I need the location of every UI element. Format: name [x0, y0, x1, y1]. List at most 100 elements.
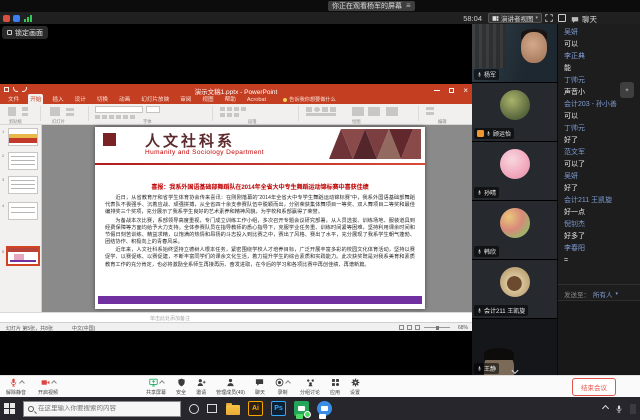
- participant-name-label: 杨军: [474, 69, 499, 80]
- green-app-icon[interactable]: [294, 401, 309, 416]
- unmute-button[interactable]: 解除静音: [6, 378, 26, 396]
- breakout-rooms-button[interactable]: 分组讨论: [300, 378, 320, 396]
- breakout-group-icon: [306, 378, 315, 387]
- meeting-app-icon[interactable]: [317, 401, 332, 416]
- current-slide: 人文社科系 Humanity and Sociology Department …: [95, 127, 425, 309]
- shield-icon: [177, 378, 186, 387]
- taskbar-search[interactable]: [23, 401, 181, 417]
- close-icon[interactable]: ×: [463, 87, 468, 94]
- slide-thumbnail-panel[interactable]: 1 2 3 4 5: [0, 125, 42, 312]
- participant-tile[interactable]: 顾运怡: [472, 83, 557, 141]
- shared-screen: 演示文稿1.pptx - PowerPoint × 文件 开始 插入 设计 切换…: [0, 24, 472, 375]
- minimize-icon[interactable]: [434, 90, 440, 91]
- avatar: [500, 267, 530, 297]
- tab-insert[interactable]: 插入: [50, 94, 65, 104]
- photoshop-icon[interactable]: Ps: [271, 401, 286, 416]
- tab-file[interactable]: 文件: [6, 94, 21, 104]
- lock-view-button[interactable]: 锁定画面: [2, 26, 48, 39]
- font-name-box[interactable]: [95, 106, 143, 113]
- paste-icon[interactable]: [8, 107, 16, 116]
- speaker-status-icon[interactable]: [13, 15, 20, 22]
- slide-thumbnail[interactable]: [8, 176, 38, 194]
- slide-thumbnail[interactable]: [8, 152, 38, 170]
- apps-button[interactable]: 应用: [330, 378, 340, 396]
- view-switcher-icons[interactable]: [399, 325, 420, 330]
- participant-name-label: 王静: [474, 363, 499, 374]
- ppt-notes-pane[interactable]: 单击此处添加备注: [0, 312, 472, 322]
- chat-button[interactable]: 聊天: [255, 378, 265, 396]
- tab-home[interactable]: 开始: [28, 94, 43, 104]
- participant-tile[interactable]: 杨军: [472, 24, 557, 82]
- chat-message-list[interactable]: 吴妍 可以 李正典 能 丁帅元 声音小 会计203 - 孙小善 可以 丁帅元 好…: [564, 27, 638, 267]
- slide-thumbnail[interactable]: [8, 202, 38, 220]
- chat-message: 好一点: [564, 207, 638, 219]
- mic-status-icon[interactable]: [3, 15, 10, 22]
- chat-input-area[interactable]: [558, 300, 640, 375]
- security-button[interactable]: 安全: [176, 378, 186, 396]
- invite-button[interactable]: 邀请: [196, 378, 206, 396]
- slide-thumbnail[interactable]: [8, 128, 38, 146]
- tray-partial-icon[interactable]: [630, 404, 636, 414]
- font-size-box[interactable]: [146, 106, 160, 113]
- end-meeting-button[interactable]: 结束会议: [572, 378, 616, 396]
- slide-headline: 喜报：我系外国语基础部舞蹈队在2014年全省大中专生舞蹈运动锦标赛中喜获佳绩: [99, 182, 421, 191]
- start-button[interactable]: [4, 403, 15, 414]
- network-signal-icon: [24, 15, 33, 22]
- banner-menu-icon[interactable]: ≡: [406, 2, 411, 10]
- mic-icon: [477, 308, 482, 313]
- illustrator-icon[interactable]: Ai: [248, 401, 263, 416]
- chevron-up-icon[interactable]: [19, 380, 25, 386]
- participant-name-label: 孙晴: [474, 187, 499, 198]
- tell-me-box[interactable]: 告诉我你想要做什么: [281, 95, 338, 104]
- settings-button[interactable]: 设置: [350, 378, 360, 396]
- send-to-selector[interactable]: 所有人: [593, 289, 613, 299]
- chat-floating-badge[interactable]: ✦: [620, 82, 634, 98]
- cortana-icon[interactable]: [189, 404, 199, 414]
- view-mode-button[interactable]: 演讲者视图 ▾: [488, 13, 542, 23]
- file-explorer-icon[interactable]: [226, 405, 240, 415]
- chat-sender: 丁帅元: [564, 123, 638, 135]
- record-icon: [275, 378, 284, 387]
- hand-raised-badge: [477, 130, 484, 137]
- chat-sender: 吴妍: [564, 27, 638, 39]
- tab-transitions[interactable]: 切换: [95, 94, 110, 104]
- zoom-slider-knob[interactable]: [436, 326, 439, 330]
- participant-tile[interactable]: 韩欣: [472, 201, 557, 259]
- popout-icon[interactable]: [558, 14, 566, 22]
- tab-animations[interactable]: 动画: [117, 94, 132, 104]
- tray-mic-icon[interactable]: [615, 405, 623, 413]
- record-button[interactable]: 录制: [275, 378, 290, 396]
- slide-thumbnail-selected[interactable]: [6, 246, 40, 266]
- chevron-up-icon[interactable]: [51, 380, 57, 386]
- person-icon: [226, 378, 235, 387]
- manage-members-button[interactable]: 管理成员(49): [216, 378, 245, 396]
- start-video-button[interactable]: 开启视频: [38, 378, 58, 396]
- maximize-icon[interactable]: [449, 88, 454, 93]
- viewing-banner-bar: 你正在观看杨军的屏幕 ≡: [0, 0, 640, 12]
- tab-acrobat[interactable]: Acrobat: [245, 96, 268, 104]
- tab-design[interactable]: 设计: [73, 94, 88, 104]
- chevron-up-icon[interactable]: [159, 380, 165, 386]
- participant-tile[interactable]: 孙晴: [472, 142, 557, 200]
- tab-slideshow[interactable]: 幻灯片放映: [139, 94, 171, 104]
- participant-tile[interactable]: 王静: [472, 319, 557, 376]
- chat-bubble-icon: [571, 16, 579, 24]
- participant-name-label: 韩欣: [474, 246, 499, 257]
- tab-view[interactable]: 视图: [200, 94, 215, 104]
- participant-tile[interactable]: 会计211 王凯旋: [472, 260, 557, 318]
- viewing-banner[interactable]: 你正在观看杨军的屏幕 ≡: [328, 1, 415, 11]
- tab-help[interactable]: 帮助: [223, 94, 238, 104]
- department-logo: [103, 133, 116, 146]
- chevron-up-icon[interactable]: [285, 380, 291, 386]
- search-input[interactable]: [38, 405, 168, 412]
- mic-icon: [477, 72, 482, 77]
- new-slide-icon[interactable]: [50, 107, 60, 116]
- mic-icon: [9, 378, 18, 387]
- tray-expand-icon[interactable]: [602, 405, 609, 412]
- fullscreen-icon[interactable]: [545, 14, 553, 22]
- slide-body-text: 近日，从省教育厅和省学生体育协会传来喜讯：在刚刚落幕的“2014年全省大中专学生…: [105, 195, 415, 270]
- windows-taskbar: Ai Ps: [0, 397, 640, 420]
- tab-review[interactable]: 审阅: [178, 94, 193, 104]
- task-view-icon[interactable]: [207, 404, 217, 413]
- share-screen-button[interactable]: 共享屏幕: [146, 378, 166, 396]
